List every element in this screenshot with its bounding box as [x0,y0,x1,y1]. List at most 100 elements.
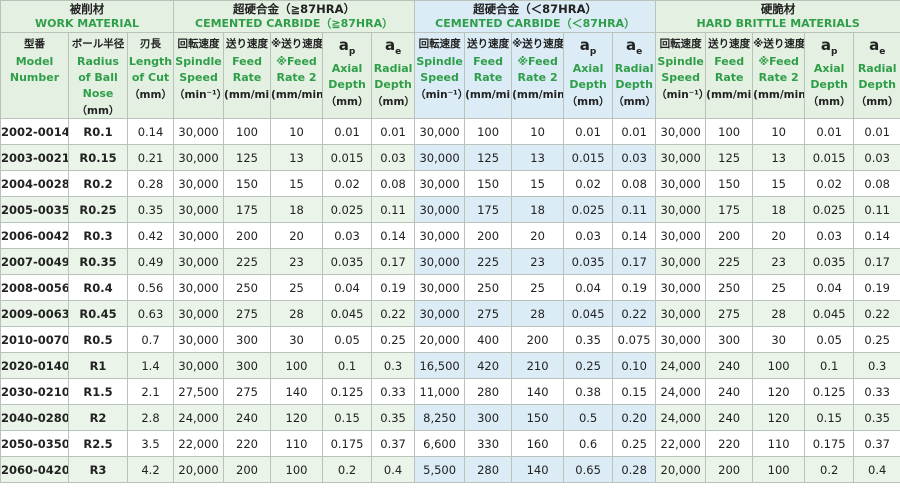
value-cell: 0.025 [322,196,373,223]
column-unit-label: （mm） [325,96,369,108]
column-en-label: Axial Depth [328,62,366,91]
column-header-ap: ap Axial Depth （mm） [804,32,855,119]
column-header-radius: ボール半径 Radius of Ball Nose （mm） [68,32,128,119]
value-cell: 28 [752,300,806,327]
column-en-label: ※Feed Rate 2 [276,55,317,84]
value-cell: 30,000 [655,248,707,275]
value-cell: 30,000 [414,274,466,301]
value-cell: 100 [223,118,272,145]
column-symbol: ap [338,36,356,58]
value-cell: 24,000 [173,404,225,431]
value-cell: 175 [223,196,272,223]
value-cell: 30,000 [655,300,707,327]
table-row: 2009-0063 R0.45 0.63 30,000 275 28 0.045 0.22 30… [0,300,900,327]
column-header-ae: ae Radial Depth （mm） [853,32,900,119]
value-cell: 24,000 [655,404,707,431]
value-cell: 0.25 [853,326,900,353]
value-cell: 25 [511,274,565,301]
column-header-feed2: ※送り速度2 ※Feed Rate 2 (mm/min) [511,32,565,119]
value-cell: 0.4 [853,456,900,483]
column-header-ae: ae Radial Depth （mm） [612,32,657,119]
value-cell: 30,000 [655,118,707,145]
value-cell: 0.22 [371,300,416,327]
model-number-cell: 2030-0210 [0,378,69,405]
value-cell: 0.03 [563,222,614,249]
column-symbol: ae [869,36,886,58]
column-unit-label: （mm） [613,96,656,108]
value-cell: 0.19 [853,274,900,301]
value-cell: 0.38 [563,378,614,405]
value-cell: 30,000 [173,144,225,171]
value-cell: 160 [511,430,565,457]
table-row: 2050-0350 R2.5 3.5 22,000 220 110 0.175 0.37 6,6… [0,430,900,457]
column-unit-label: (mm/min) [465,89,511,101]
model-number-cell: 2002-0014 [0,118,69,145]
value-cell: 150 [464,170,513,197]
value-cell: 30,000 [414,196,466,223]
value-cell: 250 [223,274,272,301]
radius-cell: R0.4 [68,274,128,301]
value-cell: 0.11 [612,196,657,223]
value-cell: 175 [464,196,513,223]
value-cell: 0.63 [126,300,175,327]
model-number-cell: 2006-0042 [0,222,69,249]
value-cell: 30,000 [414,248,466,275]
value-cell: 6,600 [414,430,466,457]
column-en-label: Length of Cut [128,55,173,84]
column-jp-label: 回転速度 [659,38,702,50]
value-cell: 0.35 [371,404,416,431]
value-cell: 0.25 [612,430,657,457]
value-cell: 0.08 [612,170,657,197]
value-cell: 0.49 [126,248,175,275]
value-cell: 100 [752,456,806,483]
value-cell: 0.05 [804,326,855,353]
value-cell: 0.33 [853,378,900,405]
value-cell: 100 [464,118,513,145]
value-cell: 0.03 [322,222,373,249]
value-cell: 200 [223,222,272,249]
value-cell: 0.15 [612,378,657,405]
radius-cell: R1 [68,352,128,379]
value-cell: 4.2 [126,456,175,483]
value-cell: 225 [223,248,272,275]
value-cell: 200 [705,222,754,249]
radius-cell: R1.5 [68,378,128,405]
value-cell: 30,000 [414,118,466,145]
value-cell: 0.35 [563,326,614,353]
cutting-conditions-table: 被削材 WORK MATERIAL 超硬合金（≧87HRA） CEMENTED … [0,0,900,483]
value-cell: 250 [464,274,513,301]
model-number-cell: 2008-0056 [0,274,69,301]
column-header-speed: 回転速度 Spindle Speed （min⁻¹） [414,32,466,119]
value-cell: 30 [752,326,806,353]
value-cell: 0.025 [804,196,855,223]
value-cell: 0.22 [853,300,900,327]
column-unit-label: (mm/min) [753,89,804,101]
value-cell: 30,000 [173,248,225,275]
value-cell: 330 [464,430,513,457]
value-cell: 0.125 [804,378,855,405]
radius-cell: R0.25 [68,196,128,223]
radius-cell: R2.5 [68,430,128,457]
value-cell: 30,000 [173,196,225,223]
value-cell: 0.17 [612,248,657,275]
value-cell: 30,000 [173,326,225,353]
value-cell: 5,500 [414,456,466,483]
column-en-label: Feed Rate [714,55,745,84]
table-row: 2007-0049 R0.35 0.49 30,000 225 23 0.035 0.17 30… [0,248,900,275]
value-cell: 275 [223,378,272,405]
group-en-label: HARD BRITTLE MATERIALS [696,17,860,30]
column-en-label: Model Number [9,55,60,84]
value-cell: 0.035 [804,248,855,275]
group-en-label: CEMENTED CARBIDE（＜87HRA） [435,17,636,30]
value-cell: 0.04 [804,274,855,301]
column-header-ap: ap Axial Depth （mm） [322,32,373,119]
group-en-label: CEMENTED CARBIDE（≧87HRA） [195,17,394,30]
group-work-material: 被削材 WORK MATERIAL [0,0,175,33]
value-cell: 2.8 [126,404,175,431]
value-cell: 18 [270,196,324,223]
value-cell: 200 [705,456,754,483]
value-cell: 0.08 [853,170,900,197]
value-cell: 0.04 [322,274,373,301]
value-cell: 22,000 [655,430,707,457]
radius-cell: R0.45 [68,300,128,327]
